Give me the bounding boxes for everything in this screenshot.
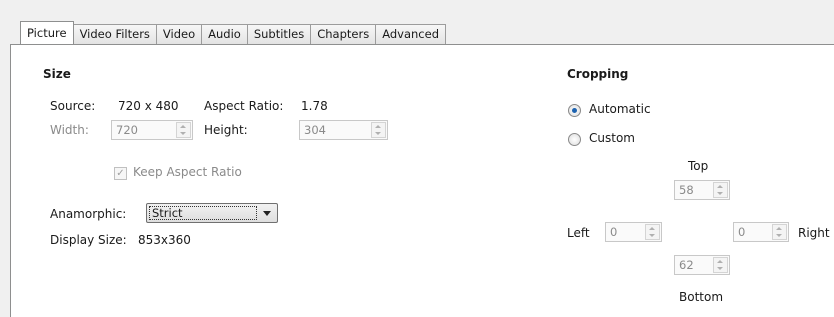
picture-panel: Size Source: 720 x 480 Aspect Ratio: 1.7… xyxy=(10,44,834,317)
width-value: 720 xyxy=(116,123,138,137)
width-spinner[interactable]: 720 xyxy=(111,120,193,140)
tab-video-filters[interactable]: Video Filters xyxy=(72,24,157,44)
anamorphic-selected-value: Strict xyxy=(149,206,257,220)
width-label: Width: xyxy=(50,123,89,137)
height-label: Height: xyxy=(204,123,248,137)
crop-left-label: Left xyxy=(567,226,590,240)
automatic-radio[interactable] xyxy=(568,104,581,117)
display-size-label: Display Size: xyxy=(50,233,127,247)
crop-right-value: 0 xyxy=(738,225,746,239)
width-spin-arrows[interactable] xyxy=(176,122,191,138)
aspect-ratio-label: Aspect Ratio: xyxy=(204,99,284,113)
tab-video[interactable]: Video xyxy=(155,24,203,44)
crop-right-label: Right xyxy=(798,226,830,240)
automatic-label: Automatic xyxy=(589,102,651,116)
crop-left-spinner[interactable]: 0 xyxy=(605,222,662,242)
height-value: 304 xyxy=(304,123,326,137)
crop-top-value: 58 xyxy=(679,183,694,197)
crop-top-label: Top xyxy=(688,159,709,173)
tab-subtitles[interactable]: Subtitles xyxy=(246,24,312,44)
anamorphic-select[interactable]: Strict xyxy=(146,203,278,223)
tab-advanced[interactable]: Advanced xyxy=(375,24,447,44)
tab-chapters[interactable]: Chapters xyxy=(310,24,377,44)
height-spin-arrows[interactable] xyxy=(371,122,386,138)
display-size-value: 853x360 xyxy=(138,233,191,247)
keep-aspect-label: Keep Aspect Ratio xyxy=(133,165,242,179)
custom-radio[interactable] xyxy=(568,133,581,146)
crop-bottom-spinner[interactable]: 62 xyxy=(674,255,730,275)
tab-bar: Picture Video Filters Video Audio Subtit… xyxy=(20,21,447,44)
aspect-ratio-value: 1.78 xyxy=(301,99,328,113)
source-value: 720 x 480 xyxy=(118,99,179,113)
custom-label: Custom xyxy=(589,131,635,145)
anamorphic-label: Anamorphic: xyxy=(50,207,127,221)
crop-right-spinner[interactable]: 0 xyxy=(733,222,789,242)
crop-top-spinner[interactable]: 58 xyxy=(674,180,730,200)
keep-aspect-checkbox[interactable]: ✓ xyxy=(114,167,127,180)
tab-picture[interactable]: Picture xyxy=(20,21,74,44)
crop-bottom-value: 62 xyxy=(679,258,694,272)
source-label: Source: xyxy=(50,99,96,113)
crop-bottom-label: Bottom xyxy=(679,290,724,304)
height-spinner[interactable]: 304 xyxy=(299,120,388,140)
cropping-heading: Cropping xyxy=(567,67,629,81)
crop-left-value: 0 xyxy=(610,225,618,239)
chevron-down-icon xyxy=(263,211,271,216)
tab-audio[interactable]: Audio xyxy=(201,24,248,44)
size-heading: Size xyxy=(43,67,71,81)
